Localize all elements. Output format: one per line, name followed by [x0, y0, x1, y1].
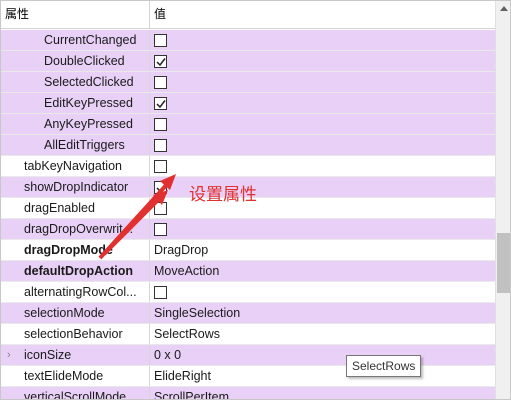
annotation-label: 设置属性: [189, 185, 257, 204]
arrow-to-showdropindicator-icon: [102, 190, 168, 256]
value-tooltip: SelectRows: [346, 355, 422, 377]
